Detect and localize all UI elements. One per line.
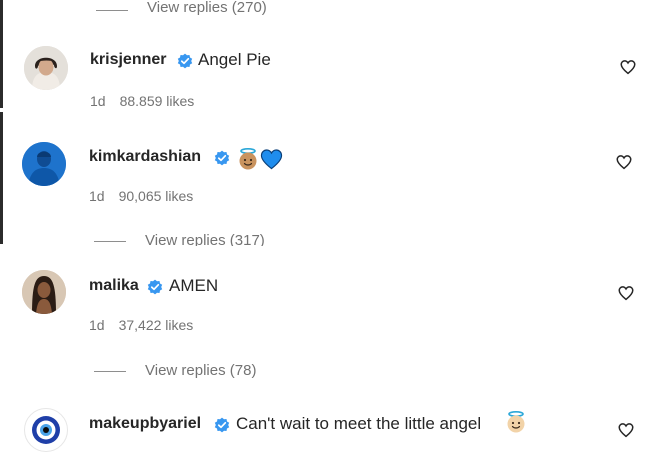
avatar[interactable] (22, 270, 66, 314)
avatar-image (22, 270, 66, 314)
verified-badge-icon (177, 53, 193, 69)
comment-age[interactable]: 1d (89, 317, 105, 333)
comment-text: AMEN (169, 276, 219, 295)
heart-icon[interactable] (617, 284, 635, 302)
comment-text: Angel Pie (198, 50, 271, 69)
angel-face-emoji (507, 410, 525, 433)
comment-likes[interactable]: 37,422 likes (119, 317, 194, 333)
verified-badge-icon (214, 150, 230, 166)
comment-likes[interactable]: 90,065 likes (119, 188, 194, 204)
view-replies-line (96, 10, 128, 11)
heart-icon[interactable] (615, 153, 633, 171)
avatar-image (32, 416, 60, 444)
comment-username[interactable]: krisjenner (90, 51, 166, 69)
avatar[interactable] (24, 46, 68, 90)
comment-username[interactable]: malika (89, 277, 139, 295)
heart-icon[interactable] (619, 58, 637, 76)
avatar-image (24, 46, 68, 90)
verified-badge-icon (214, 417, 230, 433)
avatar[interactable] (22, 142, 66, 186)
comment-likes[interactable]: 88.859 likes (120, 93, 195, 109)
comment-age[interactable]: 1d (89, 188, 105, 204)
view-replies-line (94, 371, 126, 372)
blue-heart-emoji (260, 149, 283, 170)
comment-meta: 1d 88.859 likes (90, 93, 194, 109)
view-replies-link[interactable]: View replies (270) (147, 0, 267, 16)
angel-face-emoji (239, 147, 257, 170)
view-replies-link[interactable]: View replies (78) (145, 362, 256, 379)
verified-badge-icon (147, 279, 163, 295)
left-edge-bar (0, 0, 3, 108)
comment-text: Can't wait to meet the little angel (236, 414, 482, 433)
avatar-image (22, 142, 66, 186)
avatar[interactable] (24, 408, 68, 452)
comment-username[interactable]: kimkardashian (89, 148, 201, 166)
comment-meta: 1d 90,065 likes (89, 188, 193, 204)
left-edge-bar (0, 112, 3, 244)
view-replies-link[interactable]: View replies (317) (145, 232, 265, 246)
view-replies-line (94, 241, 126, 242)
heart-icon[interactable] (617, 421, 635, 439)
comment-meta: 1d 37,422 likes (89, 317, 193, 333)
comment-age[interactable]: 1d (90, 93, 106, 109)
comment-username[interactable]: makeupbyariel (89, 415, 201, 433)
